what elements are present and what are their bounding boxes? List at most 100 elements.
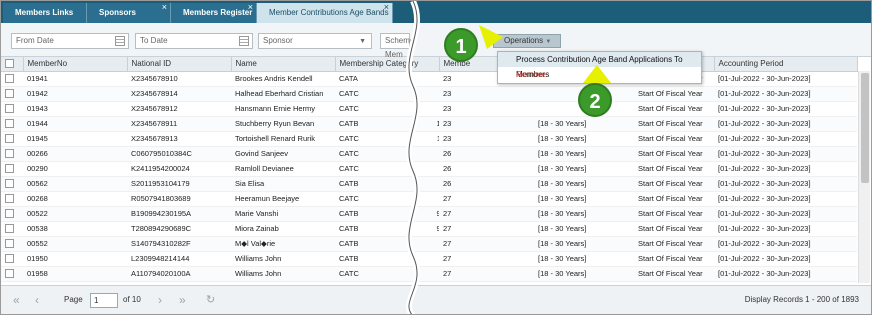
row-checkbox[interactable] <box>1 146 23 162</box>
cell-national-id: X2345678911 <box>127 116 231 132</box>
cell-mode: Start Of Fiscal Year <box>634 266 714 282</box>
row-checkbox[interactable] <box>1 236 23 252</box>
to-date-field[interactable]: To Date <box>135 33 253 49</box>
col-accounting-period[interactable]: Accounting Period <box>714 57 858 72</box>
last-page-icon[interactable]: » <box>179 293 186 307</box>
cell-national-id: T280894290689C <box>127 221 231 237</box>
cell-member: 26 <box>439 161 534 177</box>
table-row[interactable]: 01945 X2345678913 Tortoishell Renard Rurik… <box>1 131 857 147</box>
cell-category: CATB <box>335 251 439 267</box>
cell-mode: Start Of Fiscal Year <box>634 101 714 117</box>
cell-category: CATC <box>335 191 439 207</box>
cell-category: CATB994 <box>335 221 439 237</box>
row-checkbox[interactable] <box>1 161 23 177</box>
table-row[interactable]: 00552 S140794310282F M◆l Val◆rie CATB 27 [18 … <box>1 236 857 252</box>
tab-members-links[interactable]: Members Links <box>3 3 87 23</box>
tab-label: Member Contributions Age Bands <box>269 8 389 17</box>
table-row[interactable]: 00522B190994230195AMarie VanshiCATB99427… <box>1 206 857 222</box>
tab-member-contributions-age-bands[interactable]: Member Contributions Age Bands × <box>257 1 393 23</box>
tab-label: Members Links <box>15 8 74 17</box>
cell-mode: Start Of Fiscal Year <box>634 116 714 132</box>
cell-mode: Start Of Fiscal Year <box>634 206 714 222</box>
cell-mode: Start Of Fiscal Year <box>634 131 714 147</box>
page-input[interactable]: 1 <box>90 293 118 308</box>
col-memberno[interactable]: MemberNo <box>23 57 128 72</box>
table-row[interactable]: 01958 A110794020100A Williams John CATC 27 [1… <box>1 266 857 282</box>
tab-members-register[interactable]: Members Register × <box>171 1 257 23</box>
table-row[interactable]: 01941 X2345678910 Brookes Andris Kendell CA… <box>1 71 857 87</box>
cell-member: 27 <box>439 236 534 252</box>
cell-mode: Start Of Fiscal Year <box>634 191 714 207</box>
cell-name: Brookes Andris Kendell <box>231 71 335 87</box>
table-row[interactable]: 00562 S2011953104179 Sia Elisa CATB 26 [18 - … <box>1 176 857 192</box>
select-all-checkbox[interactable] <box>1 57 24 72</box>
cell-category: CATC <box>335 266 439 282</box>
row-checkbox[interactable] <box>1 71 23 87</box>
table-row[interactable]: 00268 R0507941803689 Heeramun Beejaye CATC 2… <box>1 191 857 207</box>
row-checkbox[interactable] <box>1 206 23 222</box>
col-name[interactable]: Name <box>231 57 336 72</box>
scroll-thumb[interactable] <box>861 73 869 183</box>
partial-year: 1999 <box>436 119 439 128</box>
cell-name: Govind Sanjeev <box>231 146 335 162</box>
cell-category: CATC <box>335 86 439 102</box>
table-row[interactable]: 00538T280894290689CMiora ZainabCATB99427… <box>1 221 857 237</box>
table-row[interactable]: 01943 X2345678912 Hansmann Ernie Hermy CATC… <box>1 101 857 117</box>
cell-memberno: 00522 <box>23 206 127 222</box>
tab-label: Members Register <box>183 8 253 17</box>
partial-year: 994 <box>436 209 439 218</box>
cell-age-band: [18 - 30 Years] <box>534 266 634 282</box>
row-checkbox[interactable] <box>1 101 23 117</box>
row-checkbox[interactable] <box>1 191 23 207</box>
cell-accounting-period: [01-Jul-2022 - 30-Jun-2023] <box>714 206 857 222</box>
filter-bar: From Date To Date Sponsor ▼ Scheme Mem <box>1 23 871 59</box>
cell-mode: Start Of Fiscal Year <box>634 176 714 192</box>
row-checkbox[interactable] <box>1 221 23 237</box>
table-row[interactable]: 01950 L2309948214144 Williams John CATB 27 [1… <box>1 251 857 267</box>
row-checkbox[interactable] <box>1 251 23 267</box>
cell-accounting-period: [01-Jul-2022 - 30-Jun-2023] <box>714 86 857 102</box>
cell-member: 27 <box>439 251 534 267</box>
sponsor-select[interactable]: Sponsor ▼ <box>258 33 372 49</box>
cell-memberno: 00290 <box>23 161 127 177</box>
scheme-select[interactable]: Scheme Mem <box>380 33 414 59</box>
cell-mode: Start Of Fiscal Year <box>634 86 714 102</box>
cell-national-id: B190994230195A <box>127 206 231 222</box>
col-membership-category[interactable]: Membership Category <box>335 57 440 72</box>
table-row[interactable]: 00290 K2411954200024 Ramloll Devianee CATC 2… <box>1 161 857 177</box>
partial-year: 994 <box>436 224 439 233</box>
prev-page-icon[interactable]: ‹ <box>35 293 39 307</box>
cell-name: Heeramun Beejaye <box>231 191 335 207</box>
cell-category: CATB994 <box>335 206 439 222</box>
cell-accounting-period: [01-Jul-2022 - 30-Jun-2023] <box>714 221 857 237</box>
field-placeholder: Scheme Mem <box>385 36 415 59</box>
col-national-id[interactable]: National ID <box>127 57 232 72</box>
row-checkbox[interactable] <box>1 116 23 132</box>
table-row[interactable]: 01944 X2345678911 Stuchberry Ryun Bevan CAT… <box>1 116 857 132</box>
close-icon[interactable]: × <box>162 1 167 17</box>
cell-member: 27 <box>439 206 534 222</box>
cell-national-id: A110794020100A <box>127 266 231 282</box>
row-checkbox[interactable] <box>1 131 23 147</box>
first-page-icon[interactable]: « <box>13 293 20 307</box>
records-summary: Display Records 1 - 200 of 1893 <box>744 295 859 304</box>
cell-age-band: [18 - 30 Years] <box>534 206 634 222</box>
table-row[interactable]: 00266 C060795010384C Govind Sanjeev CATC 26[… <box>1 146 857 162</box>
cell-mode: Start Of Fiscal Year <box>634 146 714 162</box>
refresh-icon[interactable]: ↻ <box>206 293 215 306</box>
operations-label: Operations <box>504 36 544 45</box>
from-date-field[interactable]: From Date <box>11 33 129 49</box>
cell-name: Sia Elisa <box>231 176 335 192</box>
vertical-scrollbar[interactable] <box>858 71 870 283</box>
tab-sponsors-register[interactable]: Sponsors Register× <box>87 1 171 37</box>
cell-member: 26 <box>439 176 534 192</box>
calendar-icon[interactable] <box>115 36 125 46</box>
close-icon[interactable]: × <box>248 1 253 17</box>
row-checkbox[interactable] <box>1 176 23 192</box>
table-row[interactable]: 01942 X2345678914 Halhead Eberhard Cristia… <box>1 86 857 102</box>
close-icon[interactable]: × <box>384 1 389 17</box>
row-checkbox[interactable] <box>1 86 23 102</box>
row-checkbox[interactable] <box>1 266 23 282</box>
calendar-icon[interactable] <box>239 36 249 46</box>
next-page-icon[interactable]: › <box>158 293 162 307</box>
